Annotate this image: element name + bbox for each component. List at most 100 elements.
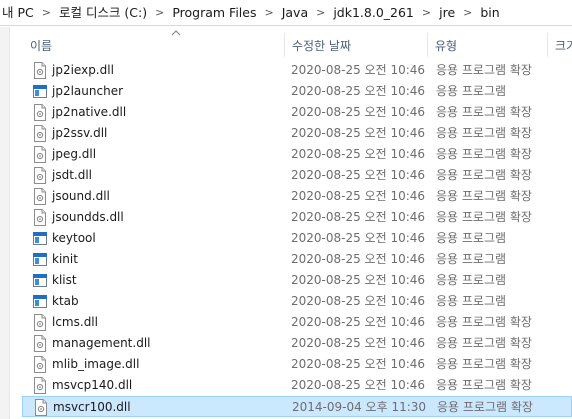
column-header-date[interactable]: 수정한 날짜 (284, 30, 427, 60)
file-row[interactable]: mlib_image.dll 2020-08-25 오전 10:46 응용 프로그램… (22, 354, 572, 375)
file-name[interactable]: ktab (30, 291, 282, 312)
chevron-right-icon[interactable]: > (457, 0, 478, 25)
file-row[interactable]: msvcr100.dll 2014-09-04 오후 11:30 응용 프로그램 확… (22, 396, 572, 417)
file-type: 응용 프로그램 (436, 273, 507, 287)
navigation-pane-edge[interactable] (0, 27, 10, 419)
chevron-right-icon[interactable]: > (310, 0, 331, 25)
dll-file-icon (34, 314, 46, 331)
file-type: 응용 프로그램 확장 (436, 168, 532, 182)
file-row[interactable]: jp2launcher 2020-08-25 오전 10:46 응용 프로그램 (22, 81, 572, 102)
application-icon (33, 274, 47, 287)
column-header-name[interactable]: 이름 (22, 30, 284, 60)
file-row[interactable]: keytool 2020-08-25 오전 10:46 응용 프로그램 (22, 228, 572, 249)
dll-file-icon (34, 335, 46, 352)
file-name[interactable]: kinit (30, 249, 282, 270)
file-date: 2020-08-25 오전 10:46 (291, 357, 426, 371)
file-name-label: jp2launcher (52, 84, 124, 98)
file-name-label: lcms.dll (52, 315, 98, 329)
breadcrumb-item-this-pc[interactable]: 내 PC (0, 0, 36, 25)
file-name-label: msvcr100.dll (53, 400, 131, 414)
breadcrumb-item-program-files[interactable]: Program Files (170, 0, 258, 25)
file-row[interactable]: msvcp140.dll 2020-08-25 오전 10:46 응용 프로그램 확… (22, 375, 572, 396)
file-row[interactable]: jp2iexp.dll 2020-08-25 오전 10:46 응용 프로그램 확장 (22, 60, 572, 81)
file-type: 응용 프로그램 확장 (436, 63, 532, 77)
file-name-label: keytool (52, 231, 96, 245)
file-date: 2020-08-25 오전 10:46 (291, 231, 426, 245)
file-name[interactable]: jsoundds.dll (30, 207, 282, 228)
column-header-type[interactable]: 유형 (427, 30, 547, 60)
file-row[interactable]: jp2native.dll 2020-08-25 오전 10:46 응용 프로그램 … (22, 102, 572, 123)
file-date: 2020-08-25 오전 10:46 (291, 105, 426, 119)
file-type: 응용 프로그램 (436, 231, 507, 245)
dll-file-icon (35, 399, 47, 416)
file-type: 응용 프로그램 확장 (436, 105, 532, 119)
chevron-right-icon[interactable]: > (36, 0, 57, 25)
file-name[interactable]: jp2native.dll (30, 102, 282, 123)
file-name-label: jpeg.dll (52, 147, 97, 161)
file-name-label: kinit (52, 252, 78, 266)
chevron-right-icon[interactable]: > (416, 0, 437, 25)
file-row[interactable]: klist 2020-08-25 오전 10:46 응용 프로그램 (22, 270, 572, 291)
file-name[interactable]: keytool (30, 228, 282, 249)
file-date: 2020-08-25 오전 10:46 (291, 168, 426, 182)
file-type: 응용 프로그램 (436, 252, 507, 266)
breadcrumb: 내 PC > 로컬 디스크 (C:) > Program Files > Jav… (0, 0, 572, 26)
breadcrumb-item-jre[interactable]: jre (437, 0, 457, 25)
file-date: 2020-08-25 오전 10:46 (291, 252, 426, 266)
application-icon (33, 295, 47, 308)
file-date: 2014-09-04 오후 11:30 (292, 400, 427, 414)
file-date: 2020-08-25 오전 10:46 (291, 336, 426, 350)
application-icon (33, 232, 47, 245)
file-date: 2020-08-25 오전 10:46 (291, 273, 426, 287)
breadcrumb-item-java[interactable]: Java (280, 0, 310, 25)
breadcrumb-item-bin[interactable]: bin (478, 0, 501, 25)
file-date: 2020-08-25 오전 10:46 (291, 210, 426, 224)
file-name-label: jsoundds.dll (52, 210, 124, 224)
file-name[interactable]: mlib_image.dll (30, 354, 282, 375)
file-row[interactable]: jsound.dll 2020-08-25 오전 10:46 응용 프로그램 확장 (22, 186, 572, 207)
column-header-size[interactable]: 크기 (547, 30, 572, 60)
file-name-label: jsound.dll (52, 189, 110, 203)
dll-file-icon (34, 62, 46, 79)
file-row[interactable]: jp2ssv.dll 2020-08-25 오전 10:46 응용 프로그램 확장 (22, 123, 572, 144)
file-date: 2020-08-25 오전 10:46 (291, 147, 426, 161)
file-date: 2020-08-25 오전 10:46 (291, 63, 426, 77)
file-name[interactable]: jp2iexp.dll (30, 60, 282, 81)
chevron-right-icon[interactable]: > (149, 0, 170, 25)
file-name[interactable]: lcms.dll (30, 312, 282, 333)
file-name[interactable]: management.dll (30, 333, 282, 354)
breadcrumb-item-local-disk[interactable]: 로컬 디스크 (C:) (57, 0, 149, 25)
file-name-label: msvcp140.dll (52, 378, 133, 392)
breadcrumb-item-jdk[interactable]: jdk1.8.0_261 (331, 0, 416, 25)
file-row[interactable]: kinit 2020-08-25 오전 10:46 응용 프로그램 (22, 249, 572, 270)
file-name[interactable]: jp2ssv.dll (30, 123, 282, 144)
file-name[interactable]: jpeg.dll (30, 144, 282, 165)
file-row[interactable]: jsoundds.dll 2020-08-25 오전 10:46 응용 프로그램 확… (22, 207, 572, 228)
file-name-label: klist (52, 273, 77, 287)
file-date: 2020-08-25 오전 10:46 (291, 315, 426, 329)
file-row[interactable]: lcms.dll 2020-08-25 오전 10:46 응용 프로그램 확장 (22, 312, 572, 333)
column-header-row: 이름 수정한 날짜 유형 크기 (22, 30, 572, 60)
file-list: jp2iexp.dll 2020-08-25 오전 10:46 응용 프로그램 확장… (22, 60, 572, 417)
file-type: 응용 프로그램 확장 (436, 336, 532, 350)
file-name[interactable]: jp2launcher (30, 81, 282, 102)
file-name-label: jsdt.dll (52, 168, 93, 182)
file-name[interactable]: jsdt.dll (30, 165, 282, 186)
file-row[interactable]: jpeg.dll 2020-08-25 오전 10:46 응용 프로그램 확장 (22, 144, 572, 165)
chevron-right-icon[interactable]: > (258, 0, 279, 25)
file-row[interactable]: management.dll 2020-08-25 오전 10:46 응용 프로그램… (22, 333, 572, 354)
file-name[interactable]: jsound.dll (30, 186, 282, 207)
file-type: 응용 프로그램 확장 (437, 400, 533, 414)
file-name[interactable]: msvcp140.dll (30, 375, 282, 396)
file-type: 응용 프로그램 확장 (436, 357, 532, 371)
file-name-label: jp2native.dll (52, 105, 127, 119)
dll-file-icon (34, 188, 46, 205)
file-row[interactable]: ktab 2020-08-25 오전 10:46 응용 프로그램 (22, 291, 572, 312)
dll-file-icon (34, 377, 46, 394)
file-name[interactable]: klist (30, 270, 282, 291)
file-type: 응용 프로그램 확장 (436, 315, 532, 329)
file-name-label: mlib_image.dll (52, 357, 140, 371)
file-type: 응용 프로그램 확장 (436, 189, 532, 203)
file-name[interactable]: msvcr100.dll (31, 397, 283, 418)
file-row[interactable]: jsdt.dll 2020-08-25 오전 10:46 응용 프로그램 확장 (22, 165, 572, 186)
